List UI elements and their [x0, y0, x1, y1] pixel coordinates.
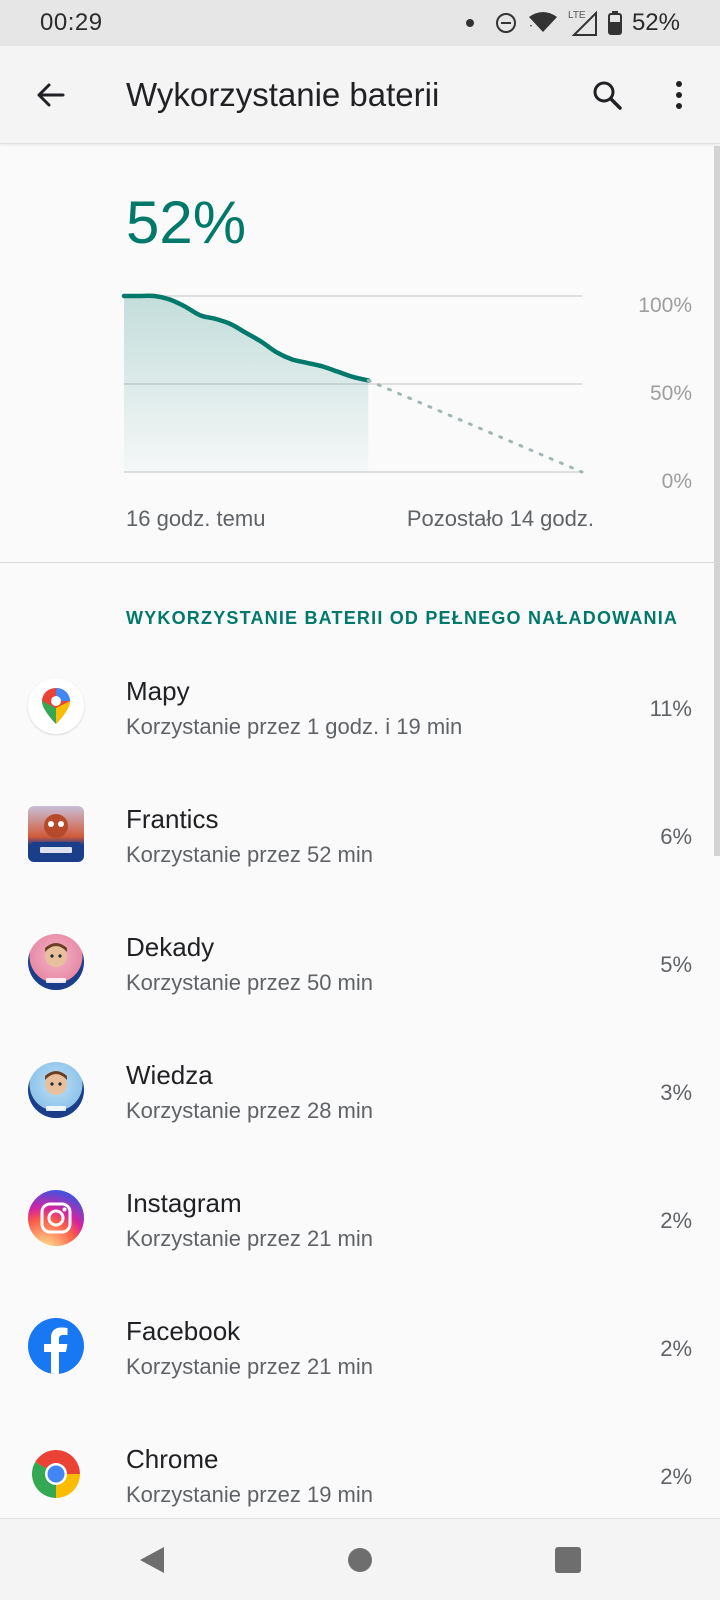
- app-name: Wiedza: [126, 1060, 213, 1090]
- app-usage: Korzystanie przez 52 min: [126, 842, 373, 867]
- wifi-icon: [528, 11, 558, 35]
- frantics-icon: [28, 806, 84, 862]
- google-maps-icon: [28, 678, 84, 734]
- back-button[interactable]: [28, 72, 74, 118]
- scrollbar[interactable]: [714, 146, 720, 856]
- app-percent: 11%: [649, 696, 692, 721]
- y-tick-label: 100%: [638, 294, 692, 317]
- y-tick-label: 50%: [649, 382, 692, 405]
- list-item-frantics[interactable]: Frantics Korzystanie przez 52 min 6%: [0, 778, 714, 906]
- do-not-disturb-icon: [494, 11, 518, 35]
- battery-icon: [607, 11, 622, 35]
- app-percent: 2%: [660, 1208, 692, 1233]
- lte-signal-icon: LTE: [568, 9, 598, 37]
- y-tick-label: 0%: [661, 470, 692, 493]
- more-options-button[interactable]: [656, 72, 702, 118]
- app-name: Chrome: [126, 1444, 219, 1474]
- more-vert-icon: [676, 81, 682, 109]
- battery-level: 52%: [126, 189, 247, 256]
- wiedza-icon: [28, 1062, 84, 1118]
- app-usage: Korzystanie przez 19 min: [126, 1482, 373, 1507]
- nav-recents-icon: [555, 1547, 581, 1573]
- battery-area: [124, 295, 369, 472]
- list-item-mapy[interactable]: Mapy Korzystanie przez 1 godz. i 19 min …: [0, 650, 714, 778]
- search-icon: [593, 81, 622, 110]
- navigation-bar: [0, 1518, 720, 1600]
- app-usage-list: Mapy Korzystanie przez 1 godz. i 19 min …: [0, 650, 714, 1546]
- app-usage: Korzystanie przez 1 godz. i 19 min: [126, 714, 463, 739]
- nav-home-icon: [348, 1548, 372, 1572]
- projection-line: [366, 378, 584, 474]
- chart-remaining-label: Pozostało 14 godz.: [406, 506, 594, 531]
- app-percent: 6%: [660, 824, 692, 849]
- app-usage: Korzystanie przez 21 min: [126, 1354, 373, 1379]
- list-item-wiedza[interactable]: Wiedza Korzystanie przez 28 min 3%: [0, 1034, 714, 1162]
- status-icons: LTE 52%: [465, 9, 680, 37]
- status-time: 00:29: [40, 9, 103, 36]
- list-item-instagram[interactable]: Instagram Korzystanie przez 21 min 2%: [0, 1162, 714, 1290]
- chrome-icon: [28, 1446, 84, 1502]
- list-item-dekady[interactable]: Dekady Korzystanie przez 50 min 5%: [0, 906, 714, 1034]
- status-bar: 00:29 LTE 52%: [0, 0, 720, 46]
- dekady-icon: [28, 934, 84, 990]
- page-title: Wykorzystanie baterii: [126, 76, 440, 113]
- app-usage: Korzystanie przez 21 min: [126, 1226, 373, 1251]
- app-percent: 2%: [660, 1336, 692, 1361]
- app-name: Instagram: [126, 1188, 242, 1218]
- app-name: Mapy: [126, 676, 190, 706]
- app-bar: Wykorzystanie baterii: [0, 46, 720, 144]
- facebook-icon: [28, 1318, 84, 1374]
- arrow-back-icon: [37, 83, 65, 107]
- section-header: WYKORZYSTANIE BATERII OD PEŁNEGO NAŁADOW…: [126, 608, 679, 628]
- nav-recents-button[interactable]: [548, 1543, 588, 1577]
- instagram-icon: [28, 1190, 84, 1246]
- nav-back-button[interactable]: [132, 1543, 172, 1577]
- app-name: Facebook: [126, 1316, 241, 1346]
- chart-start-label: 16 godz. temu: [126, 506, 266, 531]
- list-item-facebook[interactable]: Facebook Korzystanie przez 21 min 2%: [0, 1290, 714, 1418]
- battery-chart-svg: [121, 293, 584, 474]
- status-battery-percent: 52%: [631, 9, 680, 36]
- app-percent: 2%: [660, 1464, 692, 1489]
- lte-label: LTE: [568, 10, 586, 21]
- app-usage: Korzystanie przez 28 min: [126, 1098, 373, 1123]
- nav-home-button[interactable]: [340, 1543, 380, 1577]
- app-usage: Korzystanie przez 50 min: [126, 970, 373, 995]
- app-name: Dekady: [126, 932, 215, 962]
- search-button[interactable]: [584, 72, 630, 118]
- divider: [0, 562, 720, 563]
- nav-back-icon: [140, 1547, 164, 1573]
- battery-chart: 100% 50% 0%: [110, 280, 710, 493]
- app-name: Frantics: [126, 804, 219, 834]
- notification-dot-icon: [465, 19, 474, 27]
- app-percent: 3%: [660, 1080, 692, 1105]
- app-percent: 5%: [660, 952, 692, 977]
